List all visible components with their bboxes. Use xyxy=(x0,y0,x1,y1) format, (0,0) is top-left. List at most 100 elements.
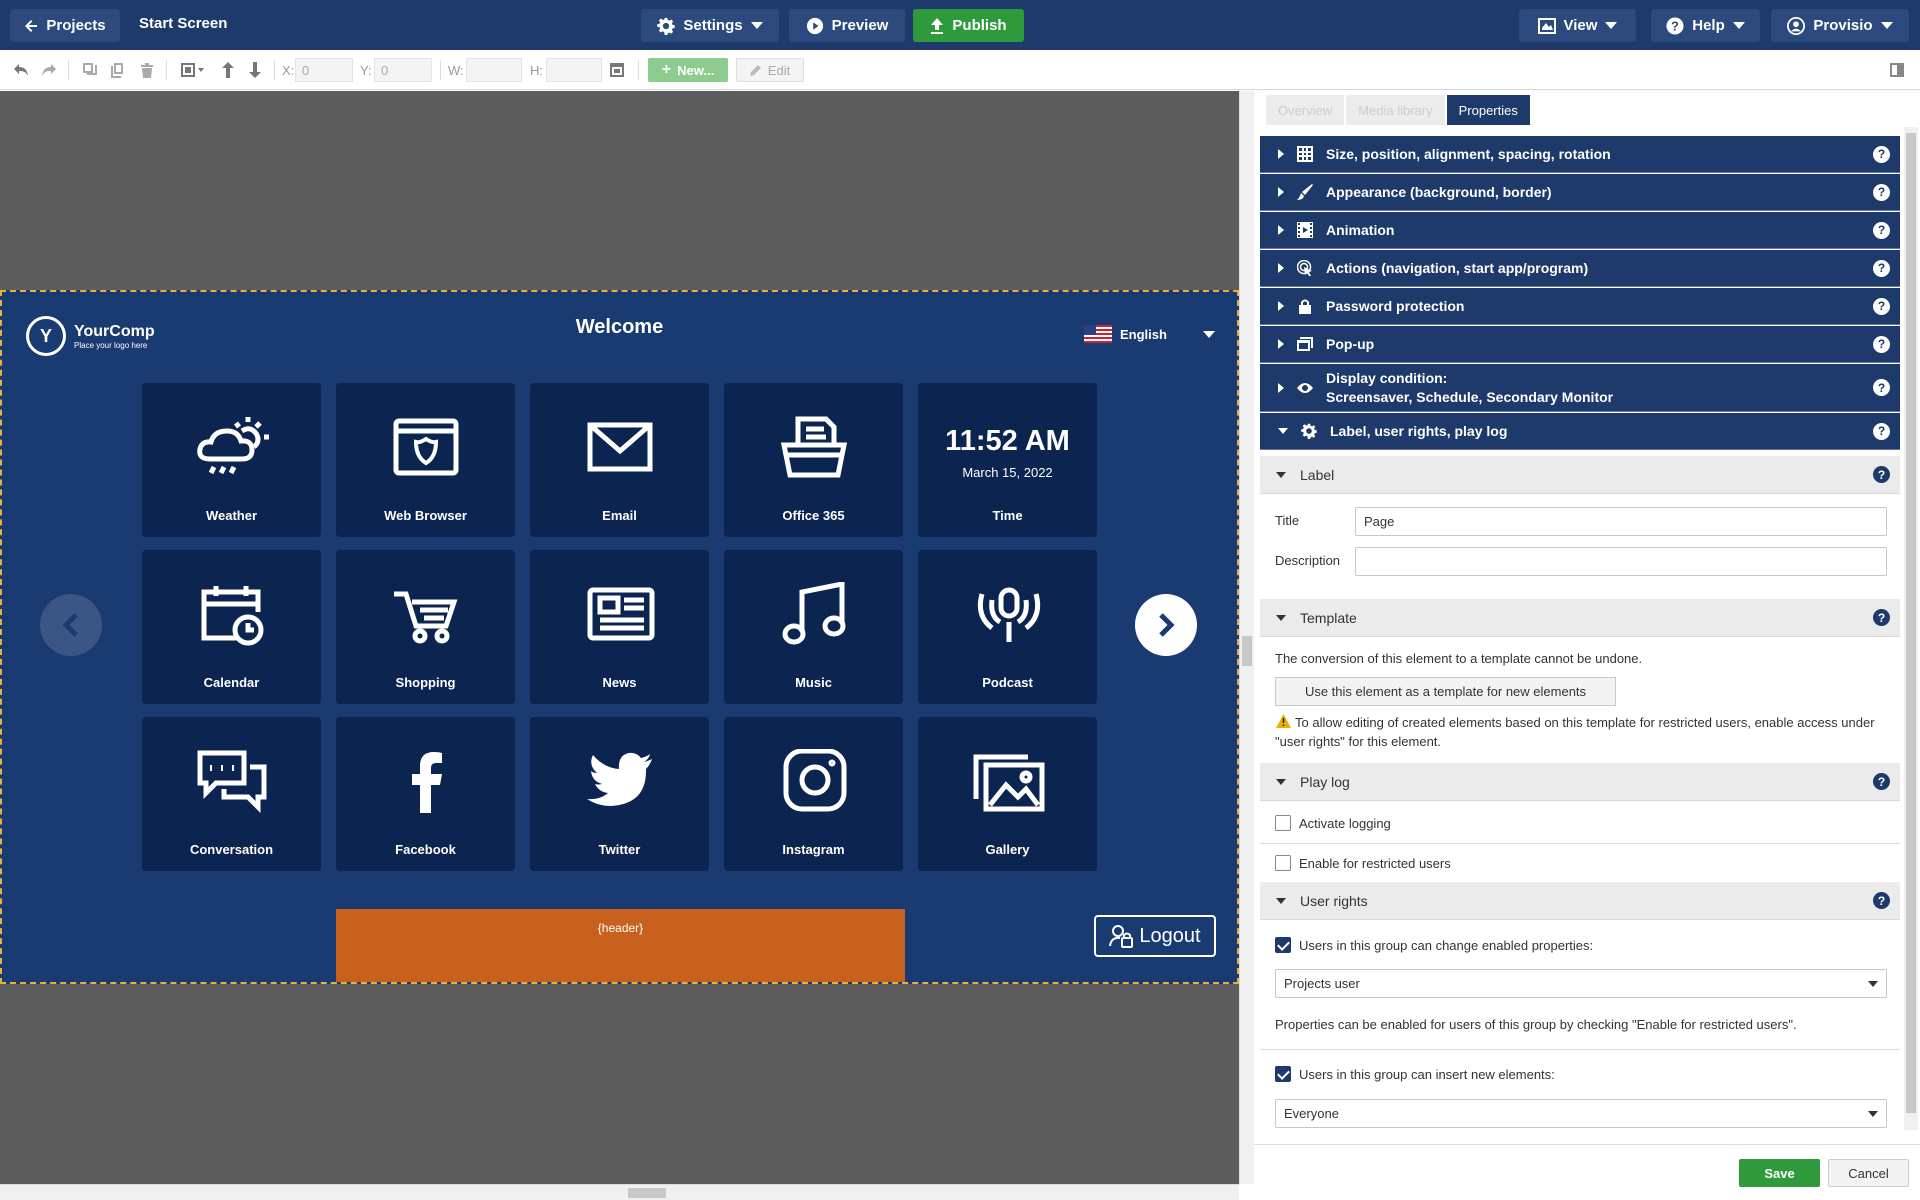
cancel-button[interactable]: Cancel xyxy=(1828,1159,1909,1187)
help-icon[interactable]: ? xyxy=(1873,466,1890,483)
tile-instagram[interactable]: Instagram xyxy=(724,717,903,871)
edit-button[interactable]: Edit xyxy=(736,58,804,82)
settings-button[interactable]: Settings xyxy=(641,9,779,42)
previous-page-button[interactable] xyxy=(40,594,102,656)
logout-button[interactable]: Logout xyxy=(1094,915,1216,957)
help-icon[interactable]: ? xyxy=(1873,379,1890,396)
change-properties-checkbox[interactable] xyxy=(1275,937,1291,953)
help-icon[interactable]: ? xyxy=(1873,183,1890,201)
user-menu-button[interactable]: Provisio xyxy=(1771,9,1909,42)
scrollbar-thumb[interactable] xyxy=(1906,133,1916,1113)
header-placeholder[interactable]: {header} xyxy=(336,909,905,982)
change-properties-group-select[interactable]: Projects user xyxy=(1275,969,1887,998)
collapse-panel-icon[interactable] xyxy=(1888,61,1906,79)
film-icon xyxy=(1296,221,1314,239)
insert-elements-checkbox[interactable] xyxy=(1275,1066,1291,1082)
selected-group: Projects user xyxy=(1284,976,1360,991)
help-icon[interactable]: ? xyxy=(1873,335,1890,353)
section-label: Actions (navigation, start app/program) xyxy=(1326,260,1589,276)
subsection-template[interactable]: Template ? xyxy=(1260,599,1900,637)
section-size-position[interactable]: Size, position, alignment, spacing, rota… xyxy=(1260,136,1900,173)
section-appearance[interactable]: Appearance (background, border) ? xyxy=(1260,174,1900,211)
height-field[interactable] xyxy=(546,58,602,82)
tab-overview[interactable]: Overview xyxy=(1266,95,1345,125)
help-icon[interactable]: ? xyxy=(1873,773,1890,790)
tile-conversation[interactable]: Conversation xyxy=(142,717,321,871)
tile-news[interactable]: News xyxy=(530,550,709,704)
resize-fit-icon[interactable] xyxy=(608,61,626,79)
title-input[interactable]: Page xyxy=(1355,507,1887,536)
footer-divider xyxy=(1254,1144,1920,1145)
width-field[interactable] xyxy=(466,58,522,82)
view-menu-button[interactable]: View xyxy=(1519,9,1636,42)
subsection-user-rights[interactable]: User rights ? xyxy=(1260,882,1900,920)
delete-icon[interactable] xyxy=(138,61,156,79)
enable-restricted-checkbox[interactable] xyxy=(1275,855,1291,871)
description-input[interactable] xyxy=(1355,547,1887,576)
publish-button[interactable]: Publish xyxy=(913,9,1024,42)
preview-button[interactable]: Preview xyxy=(789,9,905,42)
section-display-condition[interactable]: Display condition: Screensaver, Schedule… xyxy=(1260,364,1900,412)
tile-calendar[interactable]: Calendar xyxy=(142,550,321,704)
tile-music[interactable]: Music xyxy=(724,550,903,704)
copy-icon[interactable] xyxy=(109,61,127,79)
tile-podcast[interactable]: Podcast xyxy=(918,550,1097,704)
help-icon[interactable]: ? xyxy=(1873,259,1890,277)
tab-properties[interactable]: Properties xyxy=(1446,95,1530,125)
help-icon[interactable]: ? xyxy=(1873,892,1890,909)
help-icon[interactable]: ? xyxy=(1873,609,1890,626)
scrollbar-thumb[interactable] xyxy=(628,1188,666,1198)
tile-facebook[interactable]: Facebook xyxy=(336,717,515,871)
insert-elements-group-select[interactable]: Everyone xyxy=(1275,1099,1887,1128)
tile-web-browser[interactable]: Web Browser xyxy=(336,383,515,537)
next-page-button[interactable] xyxy=(1135,594,1197,656)
help-icon[interactable]: ? xyxy=(1873,145,1890,163)
horizontal-scrollbar[interactable] xyxy=(0,1184,1239,1200)
tab-media-library[interactable]: Media library xyxy=(1346,95,1445,125)
projects-label: Projects xyxy=(46,17,106,34)
help-icon[interactable]: ? xyxy=(1873,297,1890,315)
send-backward-icon[interactable] xyxy=(246,61,264,79)
vertical-scrollbar[interactable] xyxy=(1239,91,1254,1184)
tile-twitter[interactable]: Twitter xyxy=(530,717,709,871)
bring-forward-icon[interactable] xyxy=(219,61,237,79)
scrollbar-thumb[interactable] xyxy=(1242,636,1252,666)
duplicate-icon[interactable] xyxy=(81,61,99,79)
projects-button[interactable]: Projects xyxy=(10,9,120,42)
tile-label: Shopping xyxy=(395,675,456,690)
new-element-button[interactable]: + New... xyxy=(648,58,728,82)
tile-office-365[interactable]: Office 365 xyxy=(724,383,903,537)
tile-weather[interactable]: Weather xyxy=(142,383,321,537)
expand-arrow-icon xyxy=(1278,339,1284,349)
help-icon[interactable]: ? xyxy=(1873,221,1890,239)
undo-icon[interactable] xyxy=(12,61,30,79)
tile-shopping[interactable]: Shopping xyxy=(336,550,515,704)
y-field[interactable]: 0 xyxy=(374,58,432,82)
x-field[interactable]: 0 xyxy=(295,58,353,82)
redo-icon[interactable] xyxy=(40,61,58,79)
screen-page[interactable]: Y YourComp Place your logo here Welcome … xyxy=(0,290,1239,984)
language-selector[interactable]: English xyxy=(1084,325,1215,343)
section-actions[interactable]: Actions (navigation, start app/program) … xyxy=(1260,250,1900,287)
panel-scrollbar[interactable] xyxy=(1904,127,1918,1130)
subsection-play-log[interactable]: Play log ? xyxy=(1260,763,1900,801)
publish-label: Publish xyxy=(952,17,1007,34)
section-label-rights[interactable]: Label, user rights, play log ? xyxy=(1260,413,1900,450)
save-button[interactable]: Save xyxy=(1739,1159,1820,1187)
use-as-template-button[interactable]: Use this element as a template for new e… xyxy=(1275,677,1616,706)
section-password[interactable]: Password protection ? xyxy=(1260,288,1900,325)
tile-email[interactable]: Email xyxy=(530,383,709,537)
activate-logging-checkbox[interactable] xyxy=(1275,815,1291,831)
grid-icon xyxy=(1296,145,1314,163)
section-animation[interactable]: Animation ? xyxy=(1260,212,1900,249)
editor-canvas[interactable]: Y YourComp Place your logo here Welcome … xyxy=(0,91,1239,1184)
align-dropdown-icon[interactable] xyxy=(178,61,208,79)
help-icon[interactable]: ? xyxy=(1873,422,1890,440)
pencil-icon xyxy=(749,65,761,76)
section-popup[interactable]: Pop-up ? xyxy=(1260,326,1900,363)
help-menu-button[interactable]: ? Help xyxy=(1651,9,1760,42)
tile-gallery[interactable]: Gallery xyxy=(918,717,1097,871)
subsection-label[interactable]: Label ? xyxy=(1260,456,1900,494)
screen-name: Start Screen xyxy=(139,15,228,32)
tile-time[interactable]: 11:52 AM March 15, 2022 Time xyxy=(918,383,1097,537)
